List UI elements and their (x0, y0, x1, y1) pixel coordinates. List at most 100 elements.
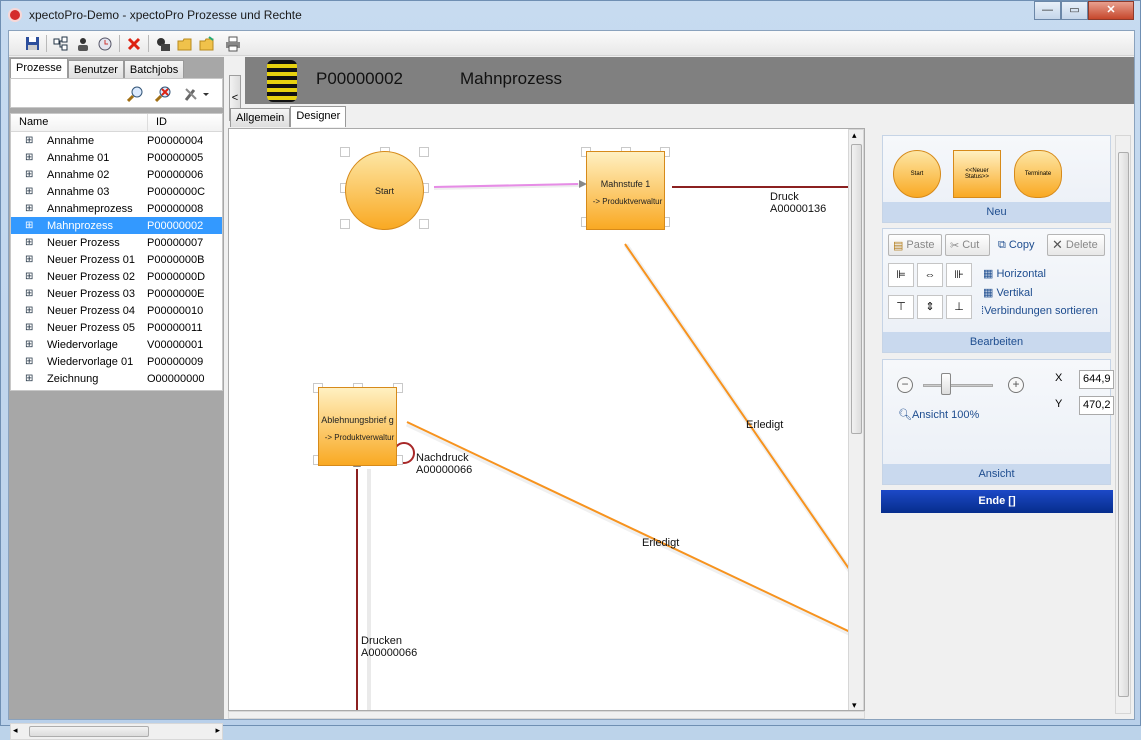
paste-button[interactable]: ▤ Paste (888, 234, 942, 256)
scroll-thumb[interactable] (29, 726, 149, 737)
align-top-icon[interactable]: ⊤ (888, 295, 914, 319)
palette-start-shape[interactable]: Start (893, 150, 941, 198)
status-node-mahnstufe[interactable]: Mahnstufe 1 -> Produktverwaltur (586, 151, 665, 230)
align-middle-icon[interactable]: ⇕ (917, 295, 943, 319)
process-name-cell: Wiedervorlage (47, 338, 118, 351)
right-panel-scrollbar[interactable] (1115, 135, 1131, 714)
process-id-cell: P0000000C (147, 185, 206, 198)
canvas-vertical-scrollbar[interactable]: ▴ ▾ (848, 129, 864, 710)
distribute-vertical-button[interactable]: ▦ Vertikal (983, 286, 1033, 299)
tree-toolbar (10, 78, 223, 108)
tree-row[interactable]: ⊞ Neuer Prozess 03 P0000000E (11, 285, 222, 302)
start-node[interactable]: Start (345, 151, 424, 230)
y-coordinate-field[interactable]: 470,2 (1079, 396, 1114, 415)
tree-row[interactable]: ⊞ Wiedervorlage 01 P00000009 (11, 353, 222, 370)
tree-row[interactable]: ⊞ Mahnprozess P00000002 (11, 217, 222, 234)
copy-button[interactable]: ⧉ Copy (993, 234, 1043, 256)
new-icon[interactable] (51, 34, 71, 53)
tab-benutzer[interactable]: Benutzer (67, 60, 124, 79)
selection-handle[interactable] (340, 147, 350, 157)
history-icon[interactable] (95, 34, 115, 53)
process-name-cell: Annahme 01 (47, 151, 110, 164)
tab-allgemein[interactable]: Allgemein (230, 108, 291, 127)
import-icon[interactable] (153, 34, 173, 53)
align-right-icon[interactable]: ⊪ (946, 263, 972, 287)
column-header-name[interactable]: Name (11, 114, 147, 131)
new-user-icon[interactable] (73, 34, 93, 53)
selection-handle[interactable] (419, 219, 429, 229)
open-folder-icon[interactable] (175, 34, 195, 53)
maximize-button[interactable]: ▭ (1061, 1, 1088, 20)
save-icon[interactable] (22, 34, 42, 53)
process-tree-icon: ⊞ (25, 356, 34, 367)
zoom-reset-button[interactable]: 🔍︎Ansicht 100% (898, 408, 979, 421)
palette-terminate-shape[interactable]: Terminate (1014, 150, 1062, 198)
search-clear-icon[interactable] (154, 85, 173, 107)
search-icon[interactable] (126, 85, 145, 107)
canvas-horizontal-scrollbar[interactable] (228, 711, 865, 719)
zoom-in-icon[interactable]: + (1008, 377, 1024, 393)
tree-row[interactable]: ⊞ Neuer Prozess 02 P0000000D (11, 268, 222, 285)
tree-row[interactable]: ⊞ Annahmeprozess P00000008 (11, 200, 222, 217)
sort-connections-button[interactable]: ⁞Verbindungen sortieren (981, 305, 1098, 317)
designer-canvas[interactable]: Start Mahnstufe 1 -> Produktverwaltur Ab… (228, 128, 865, 711)
scroll-up-arrow-icon[interactable]: ▴ (852, 130, 857, 141)
delete-button[interactable]: ✕ Delete (1047, 234, 1105, 256)
tree-row[interactable]: ⊞ Zeichnung O00000000 (11, 370, 222, 387)
tree-row[interactable]: ⊞ Annahme 03 P0000000C (11, 183, 222, 200)
process-name-cell: Annahme (47, 134, 95, 147)
minimize-button[interactable]: — (1034, 1, 1061, 20)
vertical-icon: ▦ (983, 287, 997, 299)
zoom-out-icon[interactable]: − (897, 377, 913, 393)
cut-button[interactable]: ✂ Cut (945, 234, 990, 256)
main-toolbar (9, 31, 1134, 56)
selection-handle[interactable] (340, 219, 350, 229)
edge-label-druck[interactable]: Druck A00000136 (770, 191, 826, 215)
app-icon (8, 8, 22, 22)
edge-label-erledigt[interactable]: Erledigt (746, 419, 783, 431)
delete-icon[interactable] (124, 34, 144, 53)
selection-handle[interactable] (419, 147, 429, 157)
zoom-slider-thumb[interactable] (941, 373, 951, 395)
column-header-id[interactable]: ID (147, 114, 222, 131)
left-panel: Prozesse Benutzer Batchjobs Name ID ⊞ Ann… (9, 57, 224, 740)
tree-row[interactable]: ⊞ Neuer Prozess 05 P00000011 (11, 319, 222, 336)
status-node-ablehnungsbrief[interactable]: Ablehnungsbrief g -> Produktverwaltur (318, 387, 397, 466)
scroll-thumb[interactable] (851, 144, 862, 434)
zoom-slider-track[interactable] (923, 384, 993, 387)
process-tree-icon: ⊞ (25, 254, 34, 265)
scroll-left-arrow-icon[interactable]: ◂ (13, 725, 18, 736)
align-center-icon[interactable]: ⇔ (917, 263, 943, 287)
tree-row[interactable]: ⊞ Neuer Prozess 01 P0000000B (11, 251, 222, 268)
tree-row[interactable]: ⊞ Wiedervorlage V00000001 (11, 336, 222, 353)
palette-status-shape[interactable]: <<Neuer Status>> (953, 150, 1001, 198)
tree-row[interactable]: ⊞ Neuer Prozess 04 P00000010 (11, 302, 222, 319)
tree-row[interactable]: ⊞ Annahme 01 P00000005 (11, 149, 222, 166)
tree-row[interactable]: ⊞ Annahme P00000004 (11, 132, 222, 149)
ende-status-bar[interactable]: Ende [] (881, 490, 1113, 513)
title-bar[interactable]: xpectoPro-Demo - xpectoPro Prozesse und … (1, 1, 1140, 29)
edge-label-nachdruck[interactable]: Nachdruck A00000066 (416, 452, 472, 476)
scroll-thumb[interactable] (1118, 152, 1129, 697)
x-coordinate-field[interactable]: 644,9 (1079, 370, 1114, 389)
scroll-down-arrow-icon[interactable]: ▾ (852, 700, 857, 710)
tab-batchjobs[interactable]: Batchjobs (123, 60, 185, 79)
open-folder-2-icon[interactable] (197, 34, 217, 53)
scroll-right-arrow-icon[interactable]: ▸ (215, 725, 220, 736)
tab-designer[interactable]: Designer (290, 106, 347, 127)
palette-group: Start <<Neuer Status>> Terminate Neu (882, 135, 1111, 223)
edge-label-erledigt[interactable]: Erledigt (642, 537, 679, 549)
process-name: Mahnprozess (460, 69, 563, 88)
align-left-icon[interactable]: ⊫ (888, 263, 914, 287)
tree-row[interactable]: ⊞ Annahme 02 P00000006 (11, 166, 222, 183)
align-bottom-icon[interactable]: ⊥ (946, 295, 972, 319)
tab-prozesse[interactable]: Prozesse (10, 58, 68, 79)
tree-row[interactable]: ⊞ Neuer Prozess P00000007 (11, 234, 222, 251)
print-icon[interactable] (223, 34, 243, 53)
distribute-horizontal-button[interactable]: ▦ Horizontal (983, 267, 1046, 280)
edge-label-drucken[interactable]: Drucken A00000066 (361, 635, 417, 659)
process-name-cell: Neuer Prozess 03 (47, 287, 136, 300)
close-button[interactable]: ✕ (1088, 1, 1134, 20)
tools-icon[interactable] (183, 85, 211, 107)
process-id: P00000002 (316, 69, 403, 88)
